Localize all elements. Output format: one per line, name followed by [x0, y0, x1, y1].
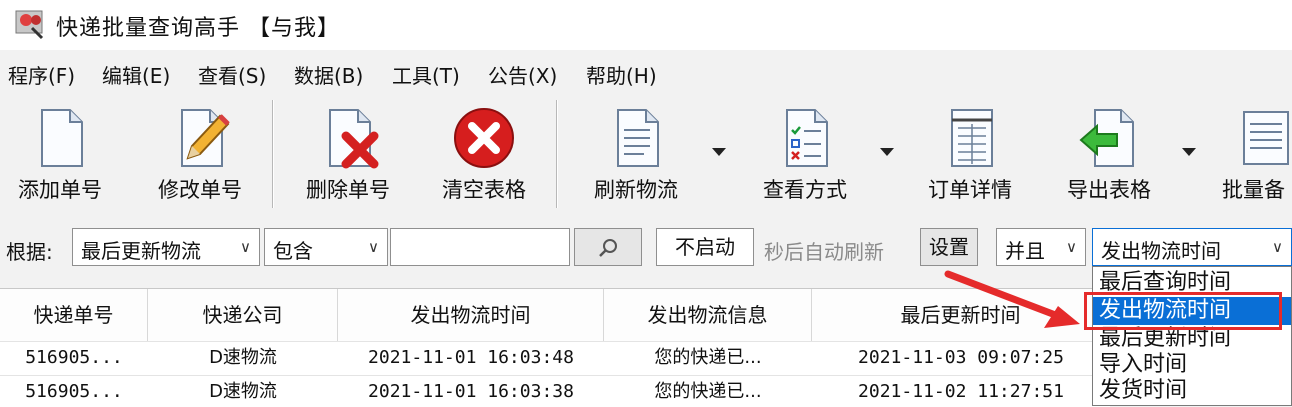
- app-logo-icon: [15, 10, 44, 40]
- menu-bar: 程序(F) 编辑(E) 查看(S) 数据(B) 工具(T) 公告(X) 帮助(H…: [0, 56, 1292, 94]
- table-document-icon: [951, 109, 993, 167]
- edit-number-button[interactable]: 修改单号: [140, 98, 260, 210]
- menu-notice[interactable]: 公告(X): [488, 60, 557, 89]
- menu-help[interactable]: 帮助(H): [586, 60, 657, 89]
- cell-last-update: 2021-11-02 11:27:51: [858, 381, 1064, 402]
- auto-refresh-label: 秒后自动刷新: [764, 240, 884, 264]
- match-select-value: 包含: [273, 239, 313, 263]
- cell-ship-info: 您的快递已...: [654, 381, 762, 402]
- time-field-select[interactable]: 发出物流时间 ∨: [1092, 228, 1292, 266]
- cell-ship-info: 您的快递已...: [654, 347, 762, 368]
- add-number-button[interactable]: 添加单号: [0, 98, 120, 210]
- scroll-document-icon: [1243, 111, 1289, 165]
- toolbar-separator: [556, 100, 558, 208]
- view-mode-label: 查看方式: [763, 178, 847, 202]
- menu-view[interactable]: 查看(S): [198, 60, 266, 89]
- menu-edit[interactable]: 编辑(E): [102, 60, 170, 89]
- document-list-icon: [617, 109, 659, 167]
- export-dropdown-arrow-icon[interactable]: [1182, 148, 1196, 156]
- match-select[interactable]: 包含 ∨: [264, 228, 388, 266]
- order-details-label: 订单详情: [928, 178, 1012, 202]
- chevron-down-icon: ∨: [368, 238, 379, 256]
- clear-table-button[interactable]: 清空表格: [422, 98, 546, 210]
- title-bar: 快递批量查询高手 【与我】: [0, 0, 1292, 50]
- column-header-tracking-number[interactable]: 快递单号: [0, 289, 148, 341]
- column-header-ship-time[interactable]: 发出物流时间: [338, 289, 604, 341]
- window-title: 快递批量查询高手 【与我】: [56, 16, 340, 41]
- cell-ship-time: 2021-11-01 16:03:38: [368, 381, 574, 402]
- new-document-icon: [41, 109, 83, 167]
- clear-table-label: 清空表格: [442, 178, 526, 202]
- delete-number-button[interactable]: 删除单号: [288, 98, 408, 210]
- menu-data[interactable]: 数据(B): [294, 60, 363, 89]
- export-table-label: 导出表格: [1067, 178, 1151, 202]
- chevron-down-icon: ∨: [1066, 238, 1077, 256]
- delete-document-icon: [329, 109, 379, 169]
- search-input[interactable]: [390, 228, 570, 266]
- export-arrow-icon: [1079, 109, 1134, 167]
- edit-number-label: 修改单号: [158, 178, 242, 202]
- export-table-button[interactable]: 导出表格: [1044, 98, 1174, 210]
- search-icon: [599, 239, 617, 257]
- toolbar-separator: [272, 100, 274, 208]
- auto-refresh-seconds-input[interactable]: 不启动: [656, 228, 754, 266]
- toolbar: 添加单号 修改单号 删除单号 清空表格 刷新物流 查看方式 订单详情 导出表格 …: [0, 98, 1292, 210]
- cell-courier: D速物流: [209, 381, 277, 402]
- column-header-courier[interactable]: 快递公司: [148, 289, 338, 341]
- clear-circle-x-icon: [454, 108, 514, 168]
- field-select-value: 最后更新物流: [81, 239, 201, 263]
- logic-select-value: 并且: [1005, 239, 1045, 263]
- order-details-button[interactable]: 订单详情: [908, 98, 1032, 210]
- menu-tools[interactable]: 工具(T): [392, 60, 460, 89]
- batch-remark-label: 批量备: [1222, 178, 1285, 202]
- row-divider: [0, 375, 1110, 376]
- checklist-icon: [786, 109, 828, 167]
- cell-courier: D速物流: [209, 347, 277, 368]
- edit-pencil-icon: [181, 109, 230, 167]
- chevron-down-icon: ∨: [1272, 238, 1283, 256]
- annotation-highlight-box: [1084, 292, 1282, 330]
- settings-button[interactable]: 设置: [920, 228, 978, 266]
- cell-tracking-number: 516905...: [25, 381, 123, 402]
- dropdown-option-delivery-time[interactable]: 发货时间: [1093, 377, 1291, 405]
- time-field-dropdown-list: 最后查询时间 发出物流时间 最后更新时间 导入时间 发货时间: [1092, 266, 1292, 406]
- menu-program[interactable]: 程序(F): [8, 60, 75, 89]
- add-number-label: 添加单号: [18, 178, 102, 202]
- cell-last-update: 2021-11-03 09:07:25: [858, 347, 1064, 368]
- field-select[interactable]: 最后更新物流 ∨: [72, 228, 260, 266]
- refresh-dropdown-arrow-icon[interactable]: [712, 148, 726, 156]
- search-button[interactable]: [574, 228, 642, 266]
- logic-select[interactable]: 并且 ∨: [996, 228, 1086, 266]
- refresh-logistics-label: 刷新物流: [594, 178, 678, 202]
- cell-tracking-number: 516905...: [25, 347, 123, 368]
- chevron-down-icon: ∨: [240, 238, 251, 256]
- batch-remark-button[interactable]: 批量备: [1212, 98, 1292, 210]
- column-header-ship-info[interactable]: 发出物流信息: [604, 289, 812, 341]
- time-field-select-value: 发出物流时间: [1101, 239, 1221, 263]
- row-divider: [0, 341, 1110, 342]
- dropdown-option-import-time[interactable]: 导入时间: [1093, 351, 1291, 379]
- cell-ship-time: 2021-11-01 16:03:48: [368, 347, 574, 368]
- view-mode-dropdown-arrow-icon[interactable]: [880, 148, 894, 156]
- annotation-arrow-icon: [944, 270, 1080, 328]
- refresh-logistics-button[interactable]: 刷新物流: [574, 98, 698, 210]
- delete-number-label: 删除单号: [306, 178, 390, 202]
- filter-label: 根据:: [6, 240, 53, 264]
- view-mode-button[interactable]: 查看方式: [740, 98, 870, 210]
